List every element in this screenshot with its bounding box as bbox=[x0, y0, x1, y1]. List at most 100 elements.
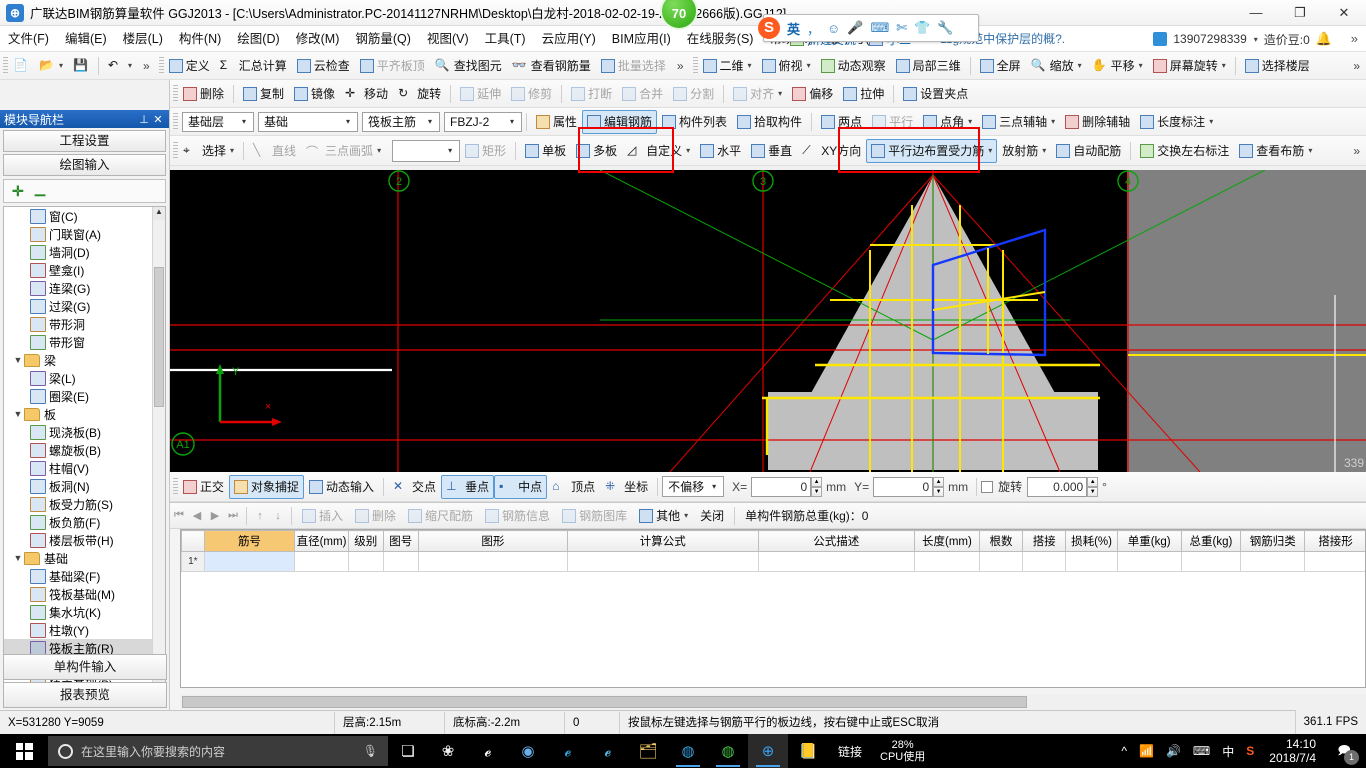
chevron-down-icon[interactable]: ▾ bbox=[230, 146, 234, 155]
offset-mode-selector[interactable]: 不偏移 ▾ bbox=[662, 476, 725, 497]
menu-item-cloud[interactable]: 云应用(Y) bbox=[534, 26, 604, 52]
zoom-button[interactable]: 🔍 缩放 ▾ bbox=[1026, 54, 1087, 78]
scroll-thumb-h[interactable] bbox=[182, 696, 1027, 708]
menubar-overflow-icon[interactable]: » bbox=[1351, 31, 1358, 46]
swap-annotation-button[interactable]: 交换左右标注 bbox=[1135, 139, 1234, 163]
select-floor-button[interactable]: 选择楼层 bbox=[1240, 54, 1315, 78]
table-cell[interactable] bbox=[978, 551, 1024, 572]
scroll-thumb[interactable] bbox=[154, 267, 164, 407]
top-view-button[interactable]: 俯视 ▾ bbox=[757, 54, 816, 78]
vertex-snap-toggle[interactable]: ⌂ 顶点 bbox=[547, 475, 600, 499]
open-file-button[interactable]: 📂 ▾ bbox=[34, 54, 68, 78]
project-settings-button[interactable]: 工程设置 bbox=[3, 130, 166, 152]
chevron-down-icon[interactable]: ▾ bbox=[707, 482, 721, 491]
chevron-down-icon[interactable]: ▾ bbox=[686, 146, 690, 155]
tree-item[interactable]: 板洞(N) bbox=[4, 477, 152, 495]
taskbar-link-label[interactable]: 链接 bbox=[828, 743, 872, 760]
menu-item-file[interactable]: 文件(F) bbox=[0, 26, 57, 52]
menu-item-tools[interactable]: 工具(T) bbox=[477, 26, 534, 52]
sogou-logo-icon[interactable]: S bbox=[758, 17, 780, 39]
find-element-button[interactable]: 🔍 查找图元 bbox=[430, 54, 507, 78]
column-header[interactable]: 筋号 bbox=[203, 530, 296, 552]
prev-record-icon[interactable]: ◀ bbox=[188, 509, 206, 522]
column-header[interactable]: 图形 bbox=[417, 530, 569, 552]
table-cell[interactable] bbox=[913, 551, 980, 572]
column-header[interactable]: 总重(kg) bbox=[1180, 530, 1242, 552]
table-cell[interactable] bbox=[203, 551, 296, 572]
tree-item[interactable]: 板负筋(F) bbox=[4, 513, 152, 531]
close-editor-button[interactable]: 关闭 bbox=[694, 505, 730, 527]
grid-horizontal-scrollbar[interactable] bbox=[180, 694, 1366, 710]
table-cell[interactable] bbox=[294, 551, 349, 572]
two-point-axis-button[interactable]: 两点 bbox=[816, 110, 867, 134]
chevron-down-icon[interactable]: ▾ bbox=[59, 61, 63, 70]
notes-app-icon[interactable]: 📒 bbox=[788, 734, 828, 768]
local-3d-button[interactable]: 局部三维 bbox=[891, 54, 966, 78]
first-record-icon[interactable]: ⏮ bbox=[170, 509, 188, 522]
chevron-down-icon[interactable]: ▾ bbox=[778, 89, 782, 98]
single-slab-button[interactable]: 单板 bbox=[520, 139, 571, 163]
ime-punctuation-icon[interactable]: ， bbox=[807, 19, 820, 38]
table-cell[interactable] bbox=[417, 551, 569, 572]
delete-button[interactable]: 删除 bbox=[178, 82, 229, 106]
drawing-input-button[interactable]: 绘图输入 bbox=[3, 154, 166, 176]
other-button[interactable]: 其他 ▾ bbox=[633, 505, 694, 527]
table-cell[interactable] bbox=[1116, 551, 1182, 572]
account-chevron-down-icon[interactable]: ▾ bbox=[1254, 35, 1258, 44]
column-header[interactable]: 单重(kg) bbox=[1116, 530, 1182, 552]
column-header[interactable]: 搭接 bbox=[1022, 530, 1067, 552]
chevron-down-icon[interactable]: ▾ bbox=[1078, 61, 1082, 70]
column-header[interactable]: 损耗(%) bbox=[1065, 530, 1118, 552]
view-rebar-button[interactable]: 👓 查看钢筋量 bbox=[507, 54, 596, 78]
bell-icon[interactable]: 🔔 bbox=[1316, 31, 1332, 47]
move-button[interactable]: ✛ 移动 bbox=[340, 82, 393, 106]
column-header[interactable]: 根数 bbox=[978, 530, 1024, 552]
tree-item[interactable]: 楼层板带(H) bbox=[4, 531, 152, 549]
rotate-spinner[interactable]: ▲ ▼ bbox=[1087, 476, 1099, 497]
component-type-selector[interactable]: 筏板主筋 ▾ bbox=[362, 111, 440, 132]
chevron-down-icon[interactable]: ▾ bbox=[128, 61, 132, 70]
point-angle-button[interactable]: 点角 ▾ bbox=[918, 110, 977, 134]
new-file-button[interactable]: 📄 bbox=[8, 54, 34, 78]
account-phone[interactable]: 13907298339 bbox=[1173, 32, 1246, 46]
toolbar4-overflow-icon[interactable]: » bbox=[1347, 144, 1366, 158]
screen-rotate-button[interactable]: 屏幕旋转 ▾ bbox=[1148, 54, 1231, 78]
ggj-taskbar-icon[interactable]: ⊕ bbox=[748, 734, 788, 768]
x-spinner[interactable]: ▲ ▼ bbox=[811, 476, 823, 497]
tree-item[interactable]: ▼ 基础 bbox=[4, 549, 152, 567]
chevron-down-icon[interactable]: ▾ bbox=[1139, 61, 1143, 70]
table-cell[interactable] bbox=[382, 551, 419, 572]
chevron-down-icon[interactable]: ▾ bbox=[443, 146, 457, 155]
single-component-input-button[interactable]: 单构件输入 bbox=[3, 654, 167, 680]
summary-calc-button[interactable]: Σ 汇总计算 bbox=[215, 54, 292, 78]
last-record-icon[interactable]: ⏭ bbox=[224, 509, 242, 522]
chevron-down-icon[interactable]: ▾ bbox=[748, 61, 752, 70]
ime-emoji-icon[interactable]: ☺ bbox=[827, 21, 840, 36]
table-cell[interactable] bbox=[567, 551, 759, 572]
component-tree[interactable]: 窗(C) 门联窗(A) 墙洞(D) 壁龛(I) 连梁(G) 过梁(G) 带形洞 带形窗 ▼ 梁梁(… bbox=[4, 207, 152, 693]
taskbar-clock[interactable]: 14:10 2018/7/4 bbox=[1261, 737, 1324, 765]
edge-icon[interactable]: 𝓮 bbox=[548, 734, 588, 768]
edit-rebar-button[interactable]: 编辑钢筋 bbox=[582, 109, 658, 134]
toolbar1-group2-overflow-icon[interactable]: » bbox=[671, 59, 690, 73]
select-tool-button[interactable]: ⌖ 选择 ▾ bbox=[178, 139, 239, 163]
offset-button[interactable]: 偏移 bbox=[787, 82, 838, 106]
microphone-icon[interactable]: 🎙 bbox=[363, 744, 378, 758]
tree-item[interactable]: 筏板基础(M) bbox=[4, 585, 152, 603]
chevron-down-icon[interactable]: ▾ bbox=[237, 117, 251, 126]
table-cell[interactable] bbox=[1180, 551, 1242, 572]
maximize-button[interactable]: ❐ bbox=[1278, 0, 1322, 26]
panel-close-icon[interactable]: ✕ bbox=[151, 113, 165, 126]
menu-item-online-service[interactable]: 在线服务(S) bbox=[679, 26, 762, 52]
define-button[interactable]: 定义 bbox=[164, 54, 215, 78]
table-row[interactable]: 1* bbox=[181, 551, 1365, 572]
collapse-all-icon[interactable]: ⚊ bbox=[34, 183, 47, 200]
close-button[interactable]: ✕ bbox=[1322, 0, 1366, 26]
pick-component-button[interactable]: 拾取构件 bbox=[732, 110, 807, 134]
perpendicular-snap-toggle[interactable]: ⊥ 垂点 bbox=[441, 474, 495, 499]
chevron-down-icon[interactable]: ▾ bbox=[1308, 146, 1312, 155]
tray-expand-icon[interactable]: ^ bbox=[1116, 744, 1132, 758]
midpoint-snap-toggle[interactable]: ▪ 中点 bbox=[494, 474, 548, 499]
view-2d-button[interactable]: 二维 ▾ bbox=[698, 54, 757, 78]
properties-button[interactable]: 属性 bbox=[531, 110, 582, 134]
